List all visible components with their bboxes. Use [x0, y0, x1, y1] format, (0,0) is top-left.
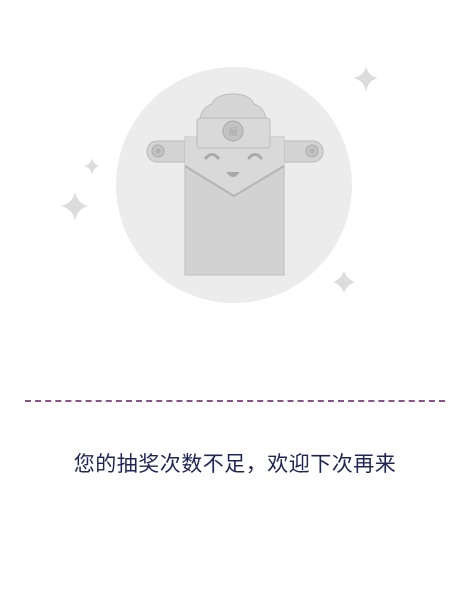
dashed-divider	[25, 400, 445, 402]
sparkle-icon	[353, 66, 378, 92]
sparkle-icon	[333, 270, 355, 294]
sparkle-icon	[61, 192, 88, 221]
sparkle-icon	[84, 158, 99, 175]
insufficient-draws-message: 您的抽奖次数不足，欢迎下次再来	[73, 452, 397, 476]
empty-envelope-illustration: 福	[61, 66, 378, 303]
svg-text:福: 福	[228, 126, 237, 138]
lottery-result-page: 福 您的抽奖次数不足，欢迎下次再来	[0, 0, 470, 615]
